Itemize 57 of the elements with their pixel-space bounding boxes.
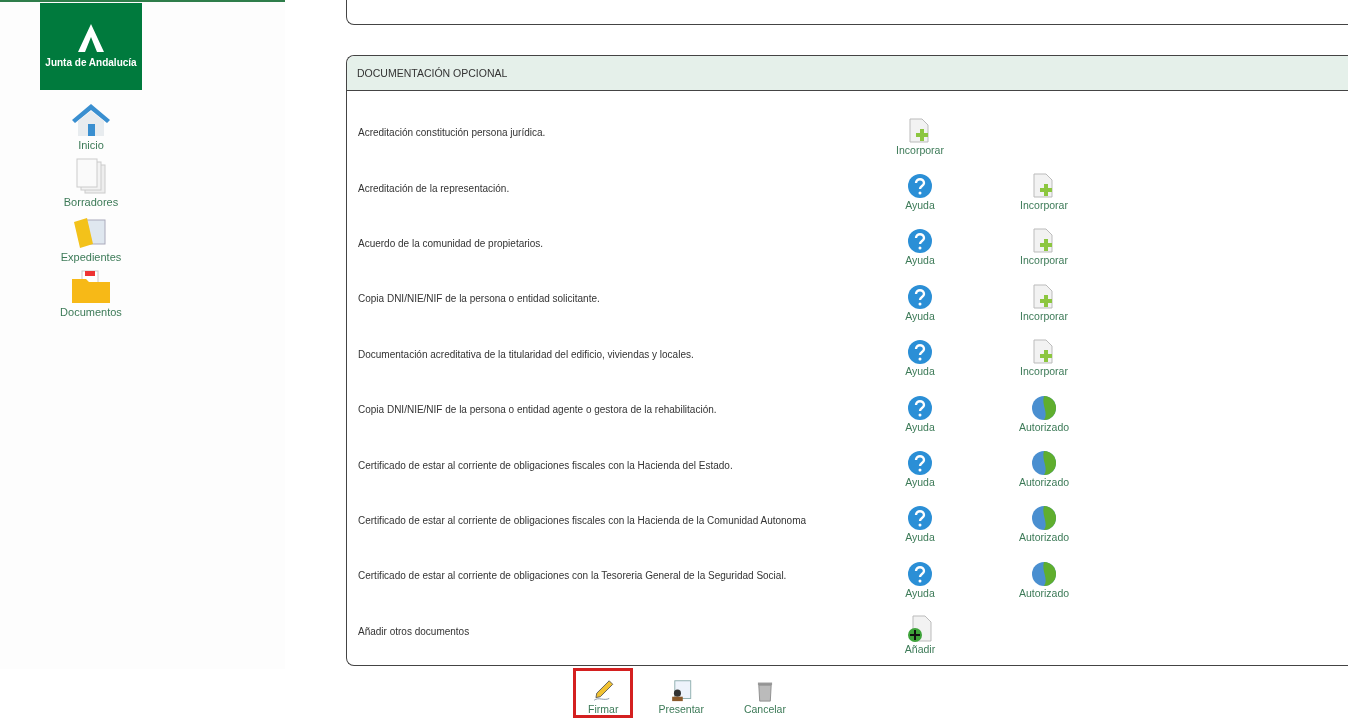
sidebar-item[interactable]: Borradores [63, 157, 119, 208]
document-label: Acreditación constitución persona jurídica. [357, 127, 547, 139]
sidebar-item[interactable]: Inicio [70, 102, 112, 151]
add-document-icon [1032, 173, 1056, 200]
action-link[interactable]: Incorporar [982, 283, 1106, 322]
document-label: Certificado de estar al corriente de obligaciones fiscales con la Hacienda del Estado. [357, 459, 734, 471]
logo-a-icon [76, 23, 106, 53]
document-label: Documentación acreditativa de la titularidad del edificio, viviendas y locales. [357, 348, 695, 360]
document-label: Certificado de estar al corriente de obligaciones fiscales con la Hacienda de la Comunidad Autonoma [357, 514, 808, 526]
action-link[interactable]: Ayuda [858, 505, 982, 544]
add-document-icon [1032, 228, 1056, 255]
action-link[interactable]: Ayuda [858, 283, 982, 322]
action-link[interactable]: Autorizado [982, 394, 1106, 433]
globe-icon [1031, 394, 1057, 421]
action-link[interactable]: Ayuda [858, 339, 982, 378]
action-link[interactable]: Ayuda [858, 450, 982, 489]
action-link[interactable]: Ayuda [858, 560, 982, 599]
action-link[interactable]: Incorporar [982, 339, 1106, 378]
action-link[interactable]: Incorporar [982, 228, 1106, 267]
document-label: Añadir otros documentos [357, 625, 471, 637]
help-icon [907, 173, 933, 200]
document-label: Certificado de estar al corriente de obligaciones con la Tesoreria General de la Seguridad Social. [357, 570, 788, 582]
add-document-icon [1032, 283, 1056, 310]
help-icon [907, 339, 933, 366]
document-label: Copia DNI/NIE/NIF de la persona o entidad agente o gestora de la rehabilitación. [357, 404, 718, 416]
action-link[interactable]: Ayuda [858, 173, 982, 212]
logo-text: Junta de Andalucía [45, 57, 137, 68]
folder-icon [70, 269, 112, 305]
globe-icon [1031, 505, 1057, 532]
help-icon [907, 560, 933, 587]
action-link[interactable]: Ayuda [858, 394, 982, 433]
house-icon [70, 102, 112, 138]
add-document-icon [908, 117, 932, 144]
action-link[interactable]: Autorizado [982, 450, 1106, 489]
sidebar-item[interactable]: Documentos [60, 269, 122, 318]
add-document-icon [1032, 339, 1056, 366]
help-icon [907, 283, 933, 310]
help-icon [907, 394, 933, 421]
add-document-icon [907, 615, 933, 644]
help-icon [907, 450, 933, 477]
action-link[interactable]: Incorporar [982, 173, 1106, 212]
action-link[interactable]: Autorizado [982, 505, 1106, 544]
sidebar-item[interactable]: Expedientes [60, 214, 122, 263]
pages-icon [73, 157, 109, 195]
action-link[interactable]: Autorizado [982, 560, 1106, 599]
toolbar-button[interactable]: Firmar [573, 668, 634, 718]
action-link[interactable]: Añadir [858, 615, 982, 656]
panel-title: DOCUMENTACIÓN OPCIONAL [347, 56, 1348, 91]
help-icon [907, 505, 933, 532]
action-link[interactable]: Ayuda [858, 228, 982, 267]
help-icon [907, 228, 933, 255]
globe-icon [1031, 560, 1057, 587]
document-label: Acuerdo de la comunidad de propietarios. [357, 237, 545, 249]
document-label: Copia DNI/NIE/NIF de la persona o entidad solicitante. [357, 293, 601, 305]
globe-icon [1031, 450, 1057, 477]
document-label: Acreditación de la representación. [357, 182, 511, 194]
action-link[interactable]: Incorporar [858, 117, 982, 156]
